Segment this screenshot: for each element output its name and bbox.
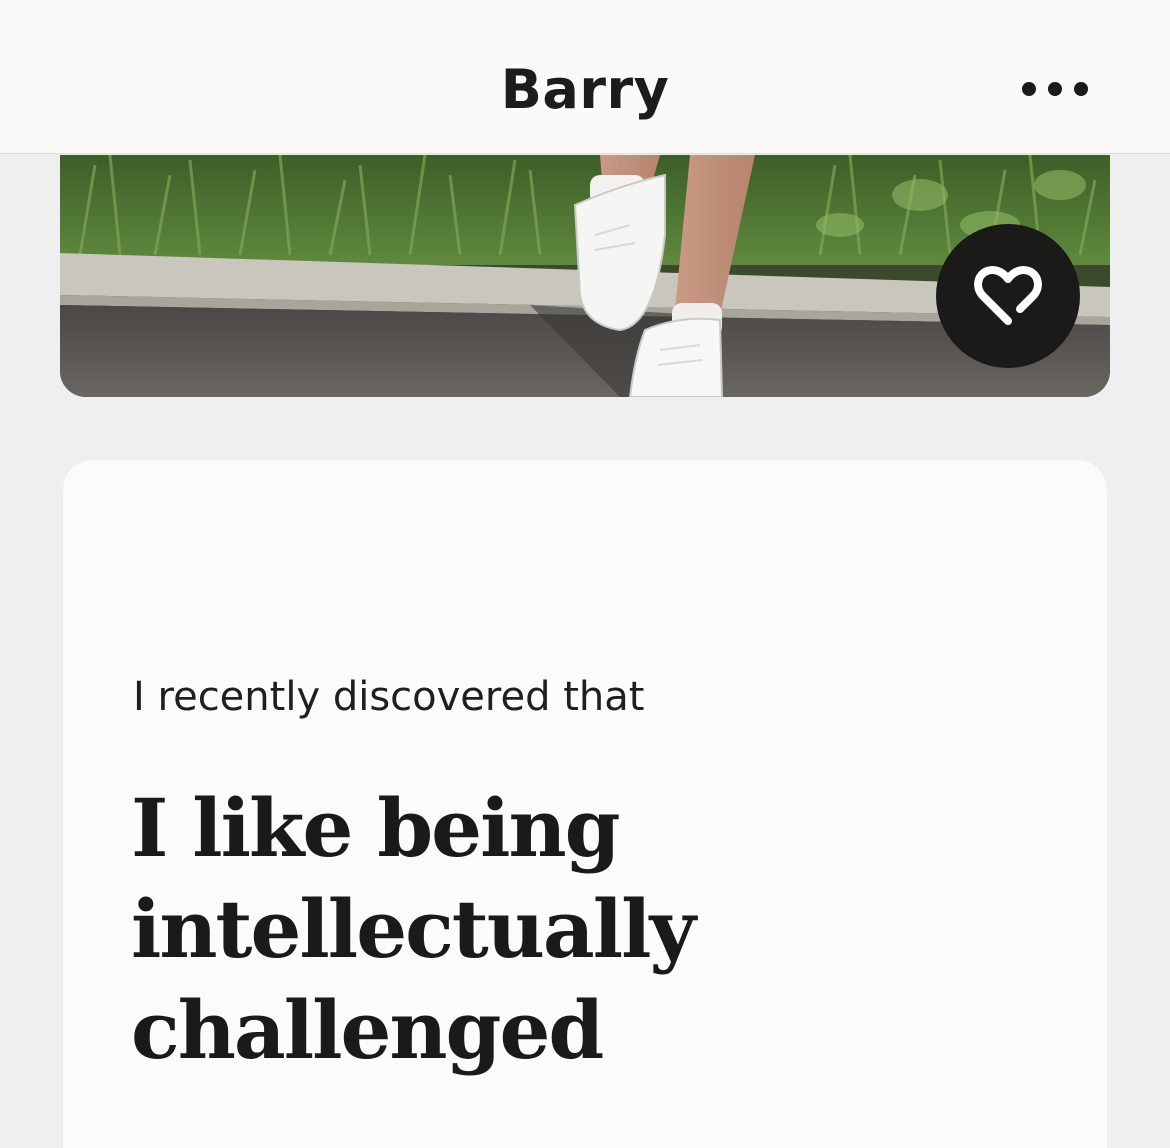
prompt-card[interactable]: I recently discovered that I like being … (63, 460, 1107, 1148)
more-horizontal-icon-dot (1048, 82, 1062, 96)
more-options-button[interactable] (1022, 72, 1088, 106)
prompt-answer-line: challenged (131, 983, 604, 1077)
like-photo-button[interactable] (936, 224, 1080, 368)
profile-screen: Barry I recently discovered that I like … (0, 0, 1170, 1148)
prompt-answer-line: intellectually (131, 882, 696, 976)
heart-icon (974, 266, 1042, 325)
profile-name-title: Barry (500, 58, 670, 121)
prompt-answer-line: I like being (131, 781, 621, 875)
top-bar: Barry (0, 0, 1170, 154)
prompt-answer: I like being intellectually challenged (131, 778, 751, 1081)
more-horizontal-icon-dot (1074, 82, 1088, 96)
prompt-question: I recently discovered that (133, 674, 645, 720)
more-horizontal-icon (1022, 82, 1036, 96)
